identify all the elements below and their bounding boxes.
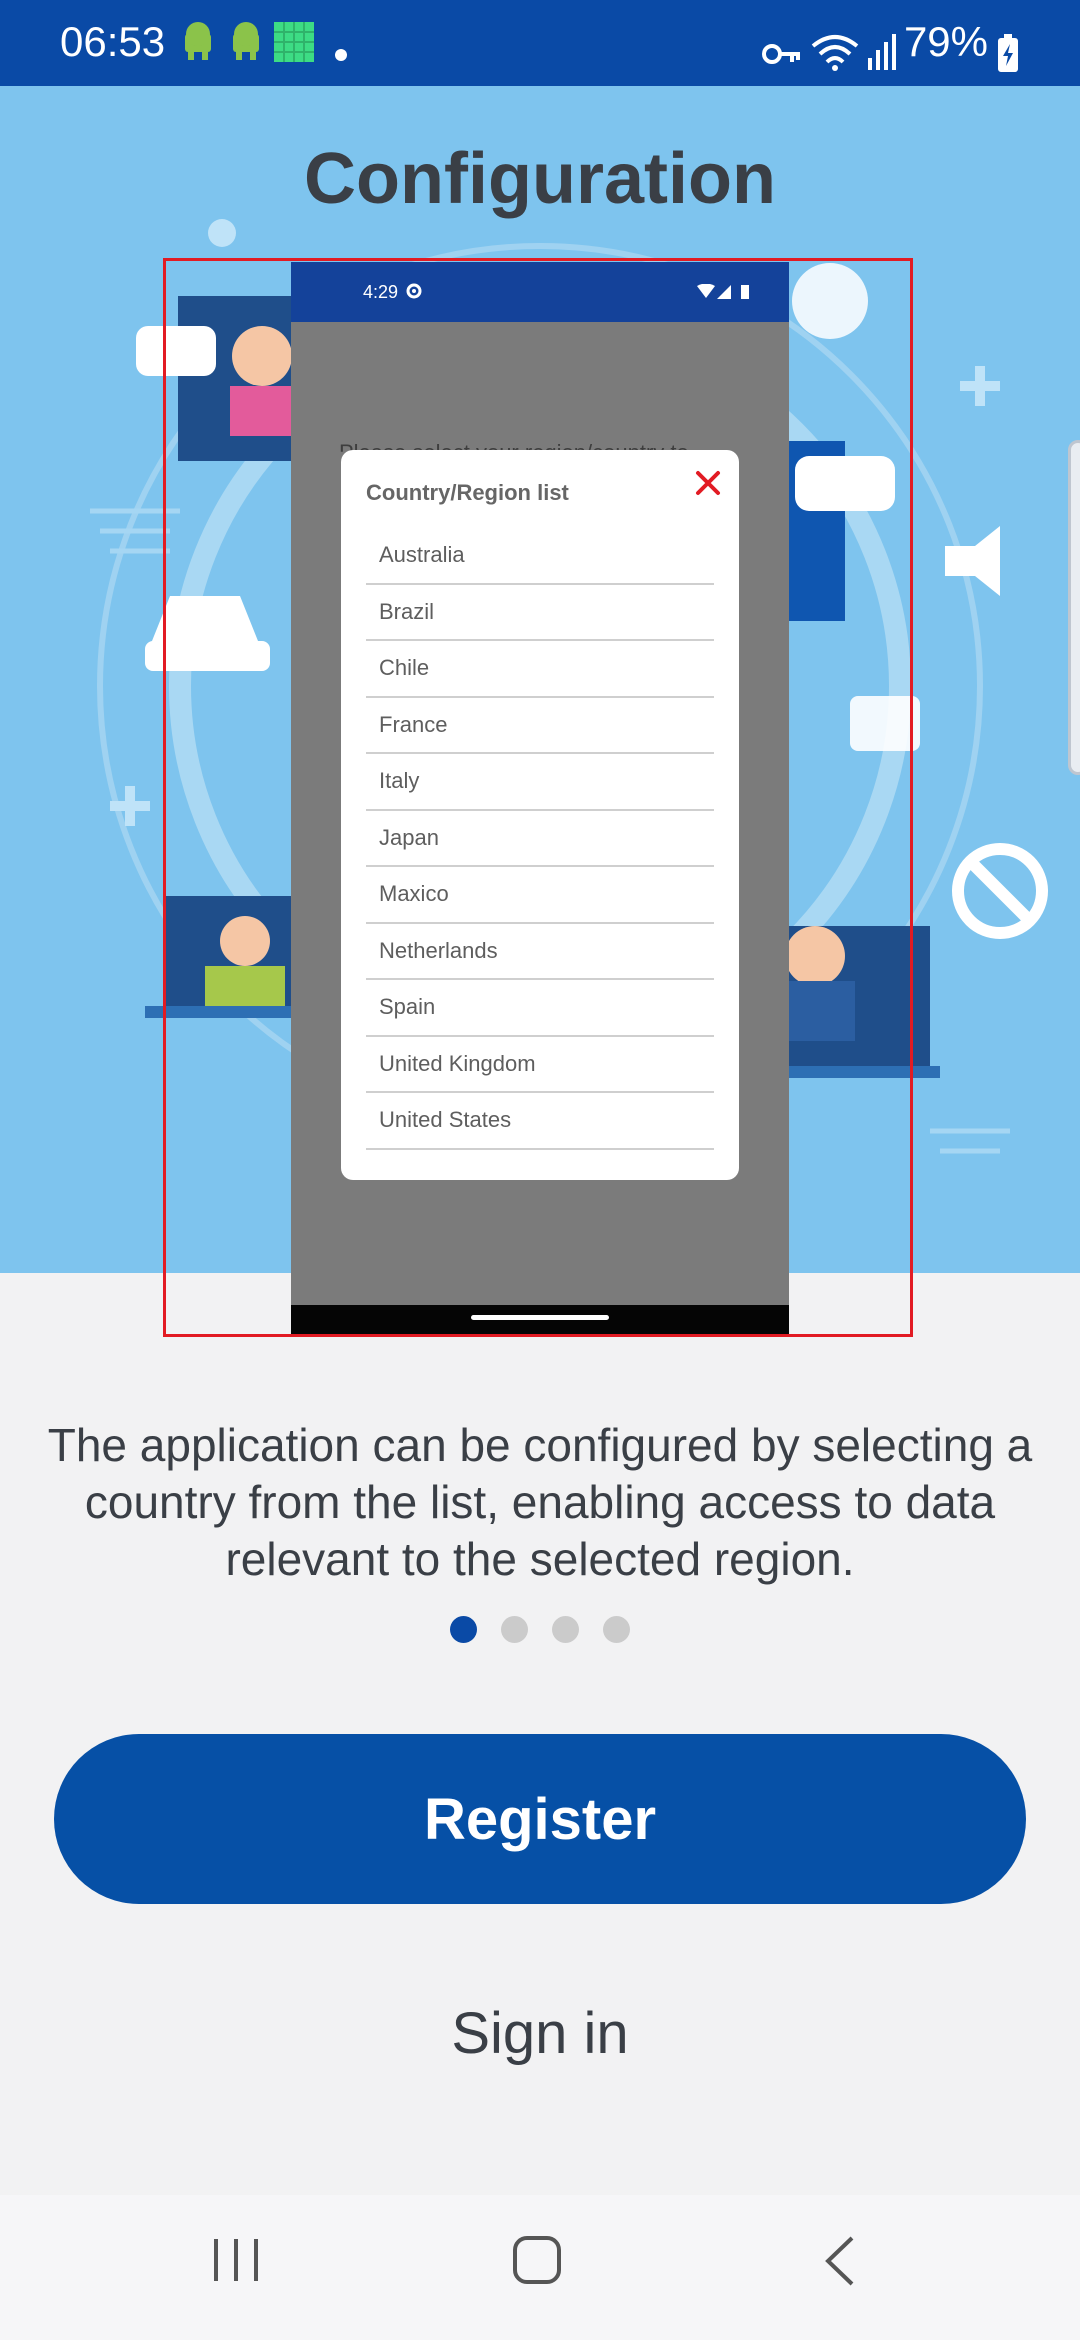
- battery-percent: 79%: [903, 18, 988, 65]
- page-dot-2[interactable]: [501, 1616, 528, 1643]
- page-title: Configuration: [304, 139, 776, 219]
- signal-icon: [868, 34, 896, 70]
- android-icon: [185, 22, 211, 60]
- onboarding-description: The application can be configured by sel…: [47, 1419, 1033, 1585]
- android-icon: [233, 22, 259, 60]
- wifi-icon: [811, 35, 859, 71]
- status-bar: 06:53 79%: [0, 0, 1080, 86]
- page-dot-1[interactable]: [450, 1616, 477, 1643]
- key-icon: [762, 44, 800, 64]
- highlight-frame: [163, 258, 913, 1337]
- recent-apps-icon[interactable]: [212, 2235, 260, 2285]
- grid-app-icon: [274, 22, 314, 62]
- page-indicator: [0, 1616, 1080, 1643]
- home-icon[interactable]: [512, 2235, 562, 2285]
- page-dot-3[interactable]: [552, 1616, 579, 1643]
- page-dot-4[interactable]: [603, 1616, 630, 1643]
- edge-panel-handle[interactable]: [1068, 440, 1080, 775]
- register-button[interactable]: Register: [54, 1734, 1026, 1904]
- battery-charging-icon: [998, 34, 1018, 72]
- system-nav-bar: [0, 2195, 1080, 2340]
- back-icon[interactable]: [824, 2235, 856, 2287]
- dot-icon: [335, 49, 347, 61]
- sign-in-link[interactable]: Sign in: [390, 2000, 690, 2080]
- status-time: 06:53: [60, 18, 166, 65]
